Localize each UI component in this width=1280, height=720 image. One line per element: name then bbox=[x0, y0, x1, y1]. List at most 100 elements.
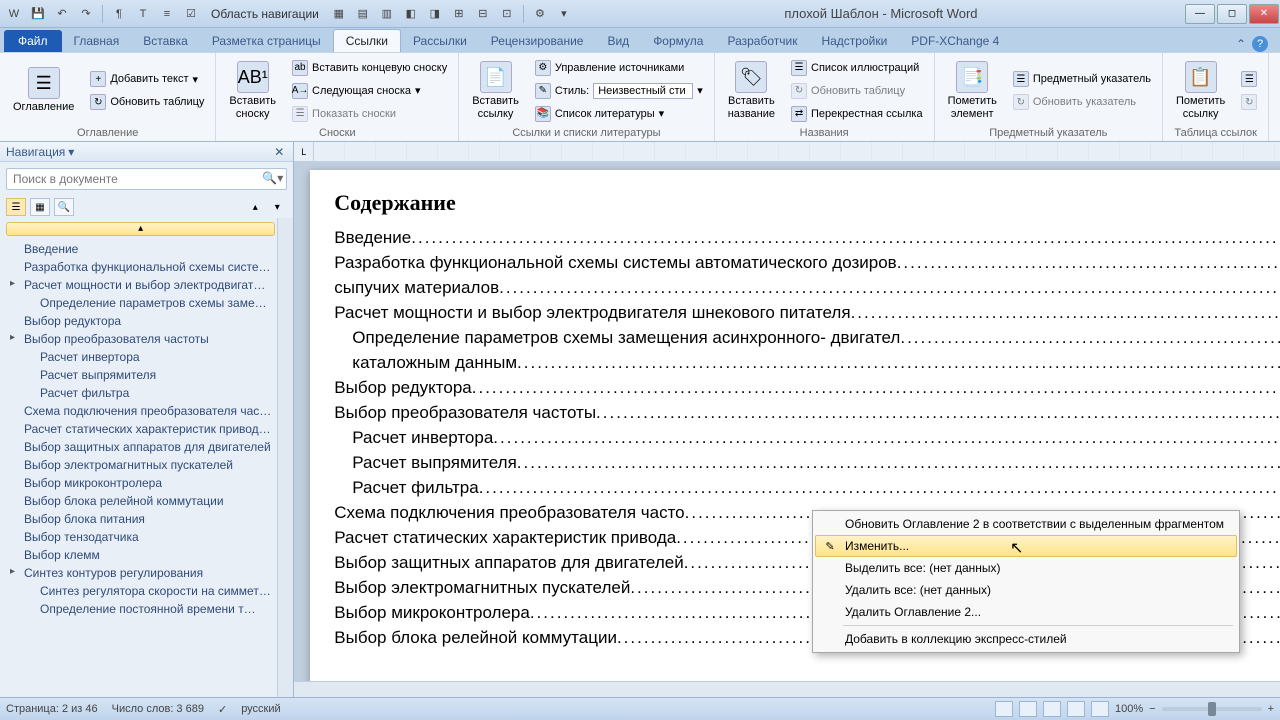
toc-button[interactable]: ☰ Оглавление bbox=[6, 64, 81, 116]
qat-btn[interactable]: ◧ bbox=[401, 4, 421, 24]
tree-item[interactable]: Разработка функциональной схемы систе… bbox=[6, 258, 275, 276]
tree-item[interactable]: Выбор электромагнитных пускателей bbox=[6, 456, 275, 474]
nav-view-headings[interactable]: ☰ bbox=[6, 198, 26, 216]
tree-item[interactable]: Выбор микроконтролера bbox=[6, 474, 275, 492]
nav-tree[interactable]: ▴ ВведениеРазработка функциональной схем… bbox=[0, 218, 277, 697]
add-text-button[interactable]: +Добавить текст ▾ bbox=[85, 68, 209, 90]
ctx-delete-style[interactable]: Удалить Оглавление 2... bbox=[815, 601, 1237, 623]
tree-item[interactable]: Синтез регулятора скорости на симмет… bbox=[6, 582, 275, 600]
ctx-select-all[interactable]: Выделить все: (нет данных) bbox=[815, 557, 1237, 579]
qat-btn[interactable]: ▥ bbox=[377, 4, 397, 24]
view-web[interactable] bbox=[1043, 701, 1061, 717]
search-icon[interactable]: 🔍▾ bbox=[262, 171, 283, 185]
qat-btn[interactable]: ¶ bbox=[109, 4, 129, 24]
nav-pane-close-icon[interactable]: ✕ bbox=[271, 145, 287, 159]
nav-view-results[interactable]: 🔍 bbox=[54, 198, 74, 216]
tree-item[interactable]: Выбор тензодатчика bbox=[6, 528, 275, 546]
ctx-modify-style[interactable]: ✎Изменить... bbox=[815, 535, 1237, 557]
tree-item[interactable]: Выбор клемм bbox=[6, 546, 275, 564]
tree-item[interactable]: Расчет статических характеристик привод… bbox=[6, 420, 275, 438]
tree-item[interactable]: Выбор блока питания bbox=[6, 510, 275, 528]
redo-icon[interactable]: ↷ bbox=[76, 4, 96, 24]
view-draft[interactable] bbox=[1091, 701, 1109, 717]
tab-Формула[interactable]: Формула bbox=[641, 30, 715, 52]
qat-btn[interactable]: ⊡ bbox=[497, 4, 517, 24]
nav-search-input[interactable] bbox=[6, 168, 287, 190]
tree-item[interactable]: Выбор блока релейной коммутации bbox=[6, 492, 275, 510]
help-icon[interactable]: ? bbox=[1252, 36, 1268, 52]
view-print-layout[interactable] bbox=[995, 701, 1013, 717]
insert-citation-button[interactable]: 📄 Вставить ссылку bbox=[465, 58, 526, 122]
view-full-screen[interactable] bbox=[1019, 701, 1037, 717]
manage-sources-button[interactable]: ⚙Управление источниками bbox=[530, 57, 708, 79]
mark-citation-button[interactable]: 📋 Пометить ссылку bbox=[1169, 58, 1232, 122]
qat-btn[interactable]: ◨ bbox=[425, 4, 445, 24]
qat-checkbox[interactable]: ☑ bbox=[181, 4, 201, 24]
undo-icon[interactable]: ↶ bbox=[52, 4, 72, 24]
horizontal-scrollbar[interactable] bbox=[294, 681, 1280, 697]
tree-item[interactable]: Расчет фильтра bbox=[6, 384, 275, 402]
close-button[interactable]: ✕ bbox=[1249, 4, 1279, 24]
horizontal-ruler[interactable]: L bbox=[294, 142, 1280, 162]
ctx-update-style[interactable]: Обновить Оглавление 2 в соответствии с в… bbox=[815, 513, 1237, 535]
nav-view-pages[interactable]: ▦ bbox=[30, 198, 50, 216]
tree-item[interactable]: Определение параметров схемы заме… bbox=[6, 294, 275, 312]
status-zoom[interactable]: 100% bbox=[1115, 703, 1143, 715]
tab-Разработчик[interactable]: Разработчик bbox=[715, 30, 809, 52]
qat-btn[interactable]: ≡ bbox=[157, 4, 177, 24]
next-footnote-button[interactable]: A→Следующая сноска ▾ bbox=[287, 80, 452, 102]
tree-item[interactable]: ▸Расчет мощности и выбор электродвигат… bbox=[6, 276, 275, 294]
insert-footnote-button[interactable]: AB¹ Вставить сноску bbox=[222, 58, 283, 122]
tree-item[interactable]: Расчет выпрямителя bbox=[6, 366, 275, 384]
status-proofing-icon[interactable]: ✓ bbox=[218, 703, 227, 716]
tree-item[interactable]: Введение bbox=[6, 240, 275, 258]
tab-Рецензирование[interactable]: Рецензирование bbox=[479, 30, 596, 52]
mark-entry-button[interactable]: 📑 Пометить элемент bbox=[941, 58, 1004, 122]
qat-btn[interactable]: ⚙ bbox=[530, 4, 550, 24]
qat-btn[interactable]: T bbox=[133, 4, 153, 24]
citation-style-dropdown[interactable]: ✎Стиль: Неизвестный сти ▾ bbox=[530, 80, 708, 102]
save-icon[interactable]: 💾 bbox=[28, 4, 48, 24]
update-captions-button[interactable]: ↻Обновить таблицу bbox=[786, 80, 928, 102]
qat-dropdown-icon[interactable]: ▾ bbox=[554, 4, 574, 24]
update-index-button[interactable]: ↻Обновить указатель bbox=[1008, 91, 1156, 113]
zoom-in-icon[interactable]: + bbox=[1268, 703, 1274, 715]
ctx-delete-all[interactable]: Удалить все: (нет данных) bbox=[815, 579, 1237, 601]
tree-item[interactable]: ▸Выбор преобразователя частоты bbox=[6, 330, 275, 348]
tree-item[interactable]: Выбор редуктора bbox=[6, 312, 275, 330]
tab-Разметка страницы[interactable]: Разметка страницы bbox=[200, 30, 333, 52]
nav-next-icon[interactable]: ▾ bbox=[267, 198, 287, 216]
qat-btn[interactable]: ⊞ bbox=[449, 4, 469, 24]
cross-reference-button[interactable]: ⇄Перекрестная ссылка bbox=[786, 103, 928, 125]
tab-Вид[interactable]: Вид bbox=[595, 30, 641, 52]
tree-item[interactable]: ▸Синтез контуров регулирования bbox=[6, 564, 275, 582]
update-toc-button[interactable]: ↻Обновить таблицу bbox=[85, 91, 209, 113]
qat-btn[interactable]: ▤ bbox=[353, 4, 373, 24]
maximize-button[interactable]: ◻ bbox=[1217, 4, 1247, 24]
toa-update-btn[interactable]: ↻ bbox=[1236, 91, 1262, 113]
ctx-add-to-gallery[interactable]: Добавить в коллекцию экспресс-стилей bbox=[815, 628, 1237, 650]
word-icon[interactable]: W bbox=[4, 4, 24, 24]
tab-Надстройки[interactable]: Надстройки bbox=[809, 30, 899, 52]
tree-item[interactable]: Выбор защитных аппаратов для двигателей bbox=[6, 438, 275, 456]
tab-Рассылки[interactable]: Рассылки bbox=[401, 30, 479, 52]
tree-item[interactable]: Схема подключения преобразователя час… bbox=[6, 402, 275, 420]
minimize-button[interactable]: — bbox=[1185, 4, 1215, 24]
status-word-count[interactable]: Число слов: 3 689 bbox=[112, 703, 204, 715]
tab-Главная[interactable]: Главная bbox=[62, 30, 132, 52]
tree-item[interactable]: Определение постоянной времени т… bbox=[6, 600, 275, 618]
figures-list-button[interactable]: ☰Список иллюстраций bbox=[786, 57, 928, 79]
status-language[interactable]: русский bbox=[241, 703, 280, 715]
qat-btn[interactable]: ⊟ bbox=[473, 4, 493, 24]
tab-Вставка[interactable]: Вставка bbox=[131, 30, 200, 52]
ruler-corner[interactable]: L bbox=[294, 142, 314, 161]
qat-btn[interactable]: ▦ bbox=[329, 4, 349, 24]
minimize-ribbon-icon[interactable]: ⌃ bbox=[1236, 37, 1246, 51]
zoom-slider[interactable] bbox=[1162, 707, 1262, 711]
toa-btn[interactable]: ☰ bbox=[1236, 68, 1262, 90]
file-tab[interactable]: Файл bbox=[4, 30, 62, 52]
nav-scrollbar[interactable] bbox=[277, 218, 293, 697]
status-page[interactable]: Страница: 2 из 46 bbox=[6, 703, 98, 715]
tab-Ссылки[interactable]: Ссылки bbox=[333, 29, 401, 52]
show-footnotes-button[interactable]: ☰Показать сноски bbox=[287, 103, 452, 125]
